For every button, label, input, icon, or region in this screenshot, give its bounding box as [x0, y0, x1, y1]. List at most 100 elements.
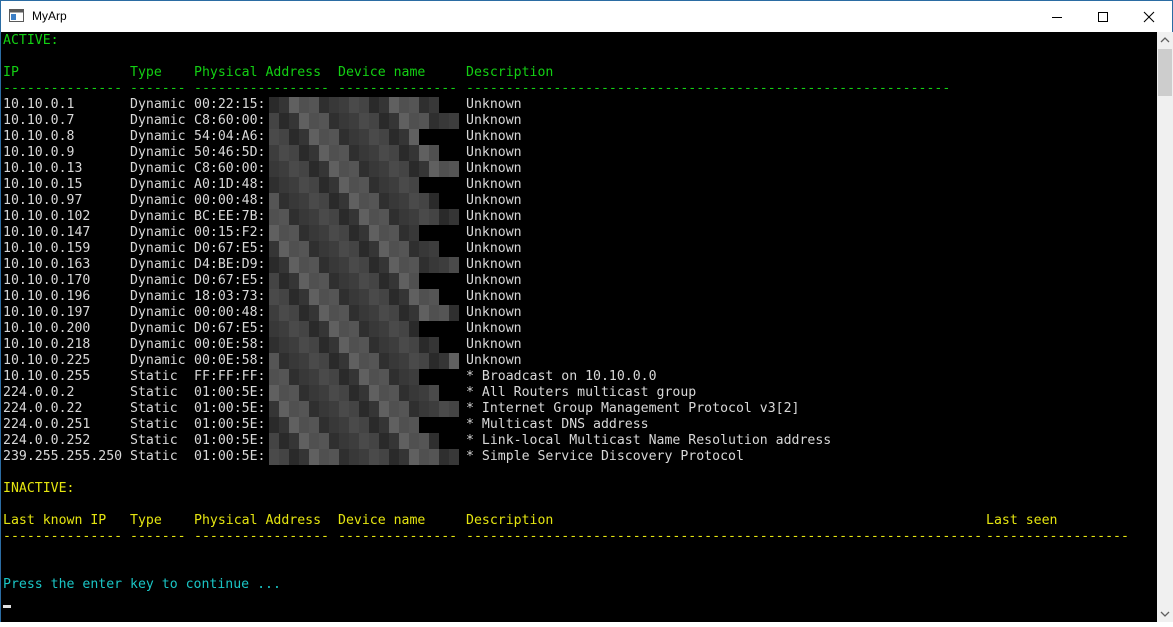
row-description: Unknown [466, 177, 522, 192]
title-bar[interactable]: MyArp [1, 1, 1172, 32]
row-type: Dynamic [130, 209, 186, 224]
table-row: 10.10.0.15 Dynamic A0:1D:48: Unknown [3, 177, 1153, 193]
row-description: * Internet Group Management Protocol v3[… [466, 401, 800, 416]
console-output[interactable]: ACTIVE: IP Type Physical Address Device … [1, 32, 1157, 622]
header-physical-address: Physical Address [194, 65, 322, 80]
row-ip: 10.10.0.197 [3, 305, 91, 320]
table-row: 10.10.0.102 Dynamic BC:EE:7B: Unknown [3, 209, 1153, 225]
redacted-region [269, 353, 463, 369]
row-physical-address: A0:1D:48: [194, 177, 266, 192]
redacted-region [269, 305, 463, 321]
scrollbar-thumb[interactable] [1158, 49, 1172, 96]
redacted-region [269, 321, 419, 337]
table-row: 239.255.255.250 Static 01:00:5E: * Simple S… [3, 449, 1153, 465]
redacted-region [269, 449, 463, 465]
row-type: Dynamic [130, 129, 186, 144]
row-description: Unknown [466, 209, 522, 224]
table-row: 10.10.0.8 Dynamic 54:04:A6: Unknown [3, 129, 1153, 145]
row-physical-address: 00:00:48: [194, 193, 266, 208]
row-description: * Simple Service Discovery Protocol [466, 449, 744, 464]
vertical-scrollbar[interactable] [1157, 32, 1173, 622]
maximize-button[interactable] [1080, 1, 1126, 32]
redacted-region [269, 113, 463, 129]
table-row: 10.10.0.163 Dynamic D4:BE:D9: Unknown [3, 257, 1153, 273]
row-ip: 10.10.0.218 [3, 337, 91, 352]
redacted-region [269, 97, 445, 113]
row-ip: 10.10.0.1 [3, 97, 75, 112]
console-window-icon[interactable] [9, 9, 24, 22]
row-type: Dynamic [130, 193, 186, 208]
row-description: Unknown [466, 161, 522, 176]
active-separator: --------------- ------- ----------------… [3, 81, 951, 96]
row-ip: 224.0.0.251 [3, 417, 91, 432]
scroll-up-arrow-icon[interactable] [1157, 32, 1173, 48]
redacted-region [269, 369, 419, 385]
table-row: 10.10.0.170 Dynamic D0:67:E5: Unknown [3, 273, 1153, 289]
row-type: Dynamic [130, 161, 186, 176]
row-physical-address: D0:67:E5: [194, 241, 266, 256]
redacted-region [269, 161, 463, 177]
inactive-separator: --------------- ------- ----------------… [3, 529, 1129, 544]
row-ip: 10.10.0.9 [3, 145, 75, 160]
scroll-down-arrow-icon[interactable] [1157, 606, 1173, 622]
redacted-region [269, 177, 419, 193]
row-ip: 10.10.0.196 [3, 289, 91, 304]
close-icon [1143, 11, 1155, 23]
row-ip: 10.10.0.147 [3, 225, 91, 240]
row-type: Static [130, 449, 178, 464]
row-ip: 10.10.0.225 [3, 353, 91, 368]
header-type: Type [130, 65, 162, 80]
header-device-name: Device name [338, 65, 426, 80]
redacted-region [269, 273, 419, 289]
active-header-row: IP Type Physical Address Device name Des… [3, 65, 1153, 81]
header-last-known-ip: Last known IP [3, 513, 107, 528]
table-row: 224.0.0.251 Static 01:00:5E: * Multicast DN… [3, 417, 1153, 433]
row-physical-address: 01:00:5E: [194, 401, 266, 416]
row-ip: 10.10.0.7 [3, 113, 75, 128]
minimize-button[interactable] [1034, 1, 1080, 32]
close-button[interactable] [1126, 1, 1172, 32]
row-ip: 10.10.0.159 [3, 241, 91, 256]
table-row: 224.0.0.252 Static 01:00:5E: * Link-local M… [3, 433, 1153, 449]
row-description: Unknown [466, 241, 522, 256]
redacted-region [269, 241, 445, 257]
row-ip: 224.0.0.2 [3, 385, 75, 400]
row-type: Static [130, 417, 178, 432]
row-physical-address: D0:67:E5: [194, 273, 266, 288]
table-row: 224.0.0.22 Static 01:00:5E: * Internet Grou… [3, 401, 1153, 417]
header-device-name: Device name [338, 513, 426, 528]
row-description: Unknown [466, 321, 522, 336]
redacted-region [269, 337, 445, 353]
table-row: 10.10.0.196 Dynamic 18:03:73: Unknown [3, 289, 1153, 305]
row-physical-address: C8:60:00: [194, 113, 266, 128]
redacted-region [269, 129, 419, 145]
console-window: MyArp ACTIVE: IP Type Physical Address D… [0, 0, 1173, 622]
row-physical-address: 00:00:48: [194, 305, 266, 320]
row-physical-address: BC:EE:7B: [194, 209, 266, 224]
row-description: Unknown [466, 353, 522, 368]
row-ip: 10.10.0.97 [3, 193, 83, 208]
inactive-heading: INACTIVE: [3, 481, 75, 496]
row-physical-address: 01:00:5E: [194, 417, 266, 432]
row-ip: 10.10.0.200 [3, 321, 91, 336]
table-row: 10.10.0.218 Dynamic 00:0E:58: Unknown [3, 337, 1153, 353]
row-description: Unknown [466, 273, 522, 288]
row-physical-address: D4:BE:D9: [194, 257, 266, 272]
redacted-region [269, 145, 445, 161]
table-row: 10.10.0.255 Static FF:FF:FF: * Broadcast on… [3, 369, 1153, 385]
table-row: 10.10.0.225 Dynamic 00:0E:58: Unknown [3, 353, 1153, 369]
table-row: 224.0.0.2 Static 01:00:5E: * All Routers mu… [3, 385, 1153, 401]
row-physical-address: 00:15:F2: [194, 225, 266, 240]
row-description: Unknown [466, 337, 522, 352]
table-row: 10.10.0.9 Dynamic 50:46:5D: Unknown [3, 145, 1153, 161]
row-physical-address: 01:00:5E: [194, 433, 266, 448]
row-physical-address: 00:0E:58: [194, 337, 266, 352]
header-description: Description [466, 513, 554, 528]
row-type: Dynamic [130, 337, 186, 352]
row-description: Unknown [466, 257, 522, 272]
table-row: 10.10.0.13 Dynamic C8:60:00: Unknown [3, 161, 1153, 177]
table-row: 10.10.0.159 Dynamic D0:67:E5: Unknown [3, 241, 1153, 257]
row-type: Dynamic [130, 225, 186, 240]
row-type: Dynamic [130, 321, 186, 336]
redacted-region [269, 417, 419, 433]
